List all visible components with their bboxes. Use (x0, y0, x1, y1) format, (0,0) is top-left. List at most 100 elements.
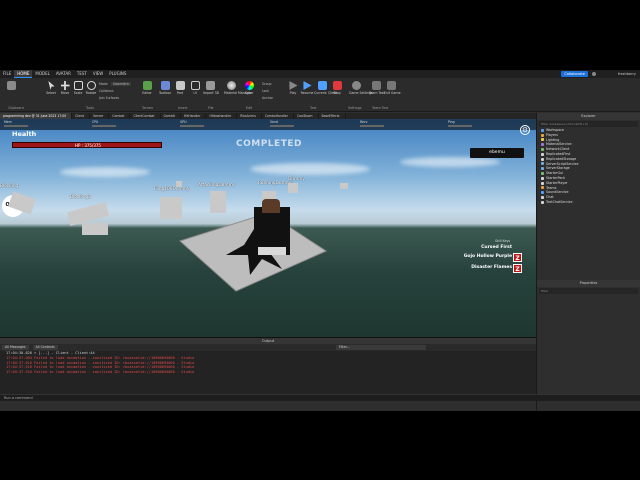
health-bar-text: HP : 375/375 (75, 143, 101, 148)
mode-select[interactable]: Geometric (111, 82, 132, 86)
join-surfaces-toggle[interactable]: Join Surfaces (99, 96, 119, 100)
output-filter-input[interactable]: Filter... (336, 345, 426, 350)
service-icon (541, 181, 544, 185)
game-viewport[interactable]: Mem CPU GPU Send Recv Ping Health HP : 3… (0, 119, 536, 337)
npc-label-attacking-dummy: AttackingDummy (198, 183, 236, 188)
group-clipboard: Clipboard (8, 106, 24, 110)
group-settings: Settings (348, 106, 362, 110)
explorer-tree: Workspace Players Lighting MaterialService N… (537, 128, 640, 205)
command-bar-input[interactable]: Run a command (0, 394, 640, 401)
service-icon (541, 196, 544, 200)
rotate-tool-button[interactable]: Rotate (84, 81, 98, 95)
team-test-button[interactable]: Team Test (369, 81, 385, 95)
exit-game-button[interactable]: Exit Game (384, 81, 401, 95)
npc-label-fling-dummy: Fling100Dummy (154, 187, 190, 192)
dummy-model[interactable] (82, 223, 108, 235)
dummy-model[interactable] (288, 183, 298, 193)
import-icon (205, 81, 215, 90)
cloud (60, 167, 150, 177)
play-button[interactable]: Play (286, 81, 300, 95)
explorer-item[interactable]: TextChatService (541, 200, 640, 205)
anchor-button[interactable]: Anchor (262, 96, 273, 100)
resume-icon (303, 81, 312, 90)
ui-icon (190, 81, 200, 90)
service-icon (541, 200, 544, 204)
resume-button[interactable]: Resume (300, 81, 314, 95)
clipboard-icon (6, 81, 16, 90)
rotate-icon (86, 81, 96, 90)
current-client-button[interactable]: Current: Client (314, 81, 337, 95)
game-settings-button[interactable]: Game Settings (349, 81, 373, 95)
collisions-toggle[interactable]: Collisions (99, 89, 114, 93)
service-icon (541, 186, 544, 190)
all-messages-dropdown[interactable]: All Messages (2, 345, 29, 350)
skill-key-z[interactable]: Z (513, 264, 522, 273)
player-character[interactable] (254, 199, 290, 255)
stat-cpu: CPU (92, 120, 116, 127)
service-icon (541, 138, 544, 142)
gear-icon (351, 81, 361, 90)
arena-plate[interactable] (170, 203, 330, 295)
explorer-filter-input[interactable]: Filter workspace (Ctrl+Shift+X) (539, 121, 638, 127)
properties-filter-input[interactable]: Filter (539, 288, 638, 294)
exit-icon (386, 81, 396, 90)
scale-icon (73, 81, 83, 90)
skill-disaster-flames: Disaster Flames (471, 265, 512, 270)
user-avatar-icon[interactable] (592, 72, 596, 76)
menu-view[interactable]: VIEW (90, 70, 106, 78)
service-icon (541, 133, 544, 137)
menu-model[interactable]: MODEL (32, 70, 52, 78)
stop-button[interactable]: Stop (330, 81, 344, 95)
move-tool-button[interactable]: Move (58, 81, 72, 95)
menu-test[interactable]: TEST (74, 70, 90, 78)
all-contexts-dropdown[interactable]: All Contexts (32, 345, 58, 350)
player-name-badge: ebemu (470, 148, 524, 158)
stat-recv: Recv (360, 120, 384, 127)
group-edit: Edit (246, 106, 253, 110)
performance-stats-bar: Mem CPU GPU Send Recv Ping (0, 119, 536, 130)
menu-home[interactable]: HOME (14, 70, 33, 78)
toolbox-button[interactable]: Toolbox (158, 81, 172, 95)
skill-key-z[interactable]: Z (513, 253, 522, 262)
menu-avatar[interactable]: AVATAR (53, 70, 74, 78)
dummy-model[interactable] (176, 181, 182, 187)
player-hair (262, 199, 280, 213)
stat-ping: Ping (448, 120, 472, 127)
explorer-panel: Explorer Filter workspace (Ctrl+Shift+X)… (536, 113, 640, 280)
completed-banner: COMPLETED (236, 139, 302, 149)
output-log: 17:04:30.826 > [...] - Client - Client:4… (0, 351, 536, 375)
group-terrain: Terrain (142, 106, 154, 110)
select-tool-button[interactable]: Select (44, 81, 58, 95)
menu-plugins[interactable]: PLUGINS (106, 70, 129, 78)
mode-label: Mode: (99, 82, 109, 86)
service-icon (541, 157, 544, 161)
client-icon (317, 81, 327, 90)
username[interactable]: freshberry (618, 71, 636, 77)
color-button[interactable]: Color (242, 81, 256, 95)
output-panel: Output All Messages All Contexts Filter.… (0, 337, 536, 394)
settings-gear-icon[interactable]: ⚙ (520, 125, 530, 135)
service-icon (541, 152, 544, 156)
terrain-editor-button[interactable]: Editor (140, 81, 154, 95)
part-button[interactable]: Part (173, 81, 187, 95)
paste-button[interactable] (4, 81, 18, 90)
output-filters: All Messages All Contexts Filter... (0, 344, 536, 351)
group-file: File (208, 106, 214, 110)
npc-label-blocking: Blocking (0, 184, 19, 189)
material-manager-button[interactable]: Material Manager (224, 81, 252, 95)
group-test: Test (310, 106, 317, 110)
service-icon (541, 191, 544, 195)
player-legs (258, 247, 286, 255)
scale-tool-button[interactable]: Scale (71, 81, 85, 95)
output-line: 17:04:37.516 Failed to load animation - … (6, 370, 195, 375)
dummy-model[interactable] (340, 183, 348, 189)
ui-button[interactable]: UI (188, 81, 202, 95)
toolbox-icon (160, 81, 170, 90)
collaborate-button[interactable]: Collaborate (561, 71, 588, 77)
lock-button[interactable]: Lock (262, 89, 269, 93)
import-3d-button[interactable]: Import 3D (203, 81, 219, 95)
menu-file[interactable]: FILE (0, 70, 14, 78)
group-button[interactable]: Group (262, 82, 271, 86)
move-icon (60, 81, 70, 90)
stat-gpu: GPU (180, 120, 204, 127)
